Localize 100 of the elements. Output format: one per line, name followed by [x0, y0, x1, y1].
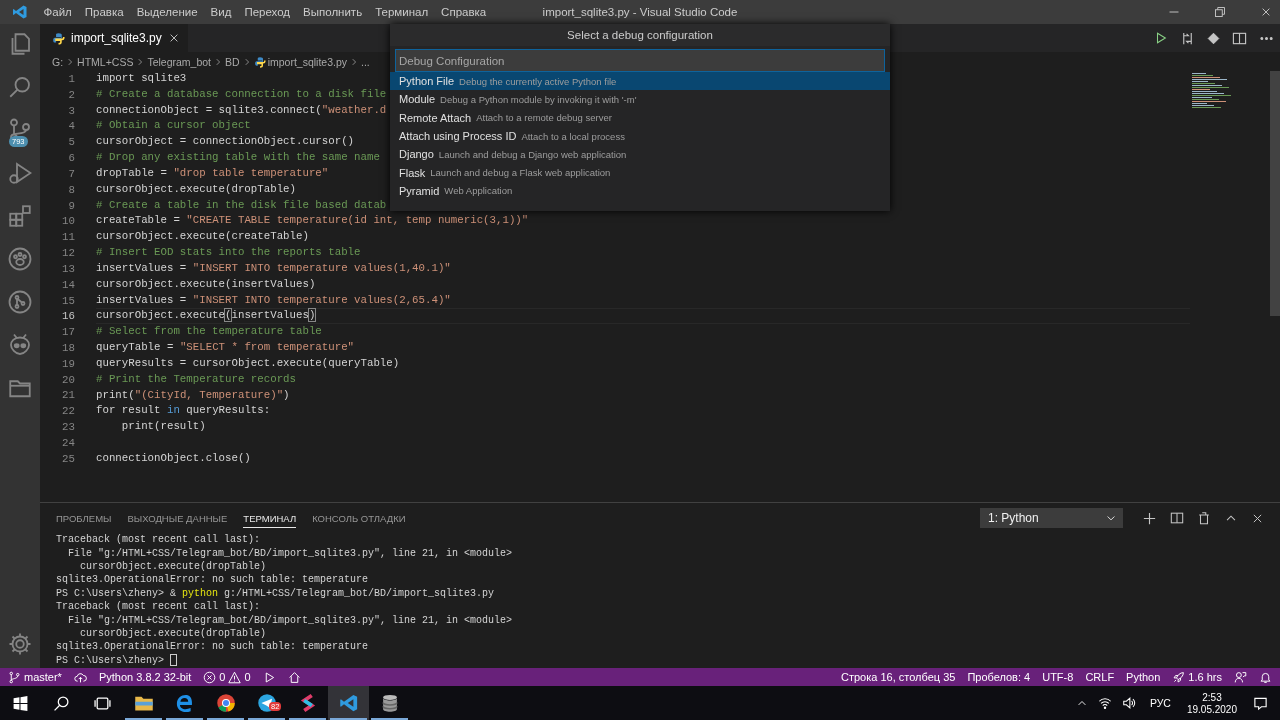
home-icon[interactable] [287, 670, 301, 684]
diamond-icon[interactable] [1207, 31, 1220, 45]
branch-status[interactable]: master* [8, 670, 62, 684]
run-debug-icon[interactable] [8, 161, 32, 185]
code-line: # Create a table in the disk file based datab [96, 197, 387, 213]
code-line: queryTable = "SELECT * from temperature" [96, 340, 355, 356]
breadcrumb-item[interactable]: ... [361, 55, 370, 68]
code-line: # Obtain a cursor object [96, 118, 251, 134]
code-line: insertValues = "INSERT INTO temperature values(2,65.4)" [96, 292, 451, 308]
line-number: 22 [61, 405, 75, 418]
editor-tab[interactable]: import_sqlite3.py [40, 24, 188, 52]
browser-circle-icon[interactable] [215, 693, 236, 713]
menu-item[interactable]: Переход [237, 4, 297, 20]
cloud-upload-icon[interactable] [73, 670, 87, 684]
menu-item[interactable]: Правка [78, 4, 131, 20]
quick-pick-item[interactable]: Python File Debug the currently active Python file [390, 72, 890, 91]
search-field[interactable]: Debug Configuration [395, 49, 885, 72]
terminal-dropdown[interactable]: 1: Python [980, 508, 1123, 528]
language-status[interactable]: Python [1126, 671, 1161, 683]
breadcrumb-item[interactable]: Telegram_bot [147, 55, 212, 68]
split-editor-icon[interactable] [1232, 30, 1247, 46]
line-number: 12 [61, 247, 75, 259]
panel-tab[interactable]: ПРОБЛЕМЫ [56, 508, 112, 528]
run-icon[interactable] [1154, 31, 1168, 45]
code-line: cursorObject = connectionObject.cursor() [96, 134, 355, 150]
paper-plane-icon[interactable] [256, 693, 277, 713]
quick-pick-item[interactable]: Pyramid Web Application [390, 181, 890, 201]
database-icon[interactable] [379, 693, 400, 713]
menu-item[interactable]: Справка [434, 4, 493, 20]
panel-tab[interactable]: ВЫХОДНЫЕ ДАННЫЕ [127, 508, 228, 528]
trash-icon[interactable] [1197, 511, 1211, 525]
terminal-line: File "g:/HTML+CSS/Telegram_bot/BD/import_sqlite3.py", line 21, in <module> [67, 547, 513, 559]
settings-icon[interactable] [8, 632, 32, 656]
bell-icon[interactable] [1259, 670, 1272, 684]
menu-item[interactable]: Терминал [368, 4, 435, 20]
line-number: 4 [67, 120, 75, 133]
rocket-icon [1172, 670, 1186, 684]
line-number: 11 [61, 231, 75, 244]
paw-icon[interactable] [8, 247, 32, 271]
network-icon[interactable] [1097, 696, 1112, 710]
line-number: 23 [61, 421, 75, 434]
close-icon[interactable] [1260, 6, 1272, 18]
line-number: 7 [67, 167, 75, 180]
indentation-status[interactable]: Пробелов: 4 [967, 671, 1031, 683]
breadcrumb-item[interactable]: G: [52, 55, 64, 68]
code-line: # Print the Temperature records [96, 371, 296, 387]
breadcrumb-item[interactable]: BD [225, 55, 240, 68]
panel-tab[interactable]: КОНСОЛЬ ОТЛАДКИ [312, 508, 406, 528]
window-title: import_sqlite3.py - Visual Studio Code [542, 6, 738, 18]
cursor-position[interactable]: Строка 16, столбец 35 [841, 671, 956, 683]
terminal-line: Traceback (most recent call last): [56, 534, 261, 546]
quick-pick-item[interactable]: Flask Launch and debug a Flask web application [390, 163, 890, 182]
menu-item[interactable]: Файл [37, 4, 79, 20]
chevron-icon [349, 56, 359, 67]
restore-icon[interactable] [1214, 6, 1226, 18]
alien-icon[interactable] [8, 333, 32, 357]
compare-icon[interactable] [1180, 30, 1195, 46]
terminal-line: cursorObject.execute(dropTable) [79, 560, 267, 572]
code-line: # Select from the temperature table [96, 324, 322, 340]
code-line: cursorObject.execute(insertValues) [96, 308, 1190, 325]
quick-pick-item[interactable]: Django Launch and debug a Django web application [390, 145, 890, 164]
breadcrumb-item[interactable]: import_sqlite3.py [267, 55, 347, 68]
terminal-line: PS C:\Users\zheny> & python g:/HTML+CSS/Telegram_bot/BD/import_sqlite3.py [56, 587, 495, 599]
quick-pick-item[interactable]: Attach using Process ID Attach to a local process [390, 126, 890, 146]
line-number: 24 [61, 436, 75, 449]
feedback-icon[interactable] [1234, 670, 1247, 684]
problems-status[interactable]: 0 0 [203, 670, 251, 684]
extensions-icon[interactable] [8, 204, 32, 228]
quick-pick-item[interactable]: Remote Attach Attach to a remote debug server [390, 108, 890, 127]
search-icon[interactable] [53, 694, 70, 712]
clock-date[interactable]: 19.05.2020 [1186, 703, 1237, 715]
terminal-line: PS C:\Users\zheny> [56, 654, 166, 666]
line-ending-status[interactable]: CRLF [1085, 671, 1115, 683]
interpreter-status[interactable]: Python 3.8.2 32-bit [98, 671, 192, 683]
text-cursor [170, 654, 178, 667]
windows-start-icon[interactable] [12, 694, 29, 712]
speaker-icon[interactable] [1121, 696, 1136, 710]
code-editor-icon[interactable] [338, 693, 359, 713]
line-number: 18 [61, 342, 75, 354]
new-terminal-icon[interactable] [1142, 510, 1157, 526]
browser-e-icon[interactable] [174, 693, 195, 713]
quick-pick-item[interactable]: Module Debug a Python module by invoking it with '-m' [390, 90, 890, 109]
code-line: connectionObject.close() [96, 450, 251, 466]
split-terminal-icon[interactable] [1170, 511, 1184, 525]
keyboard-language[interactable]: РУС [1149, 697, 1171, 709]
line-number: 2 [67, 88, 75, 101]
graph-icon[interactable] [8, 290, 32, 314]
breadcrumb-item[interactable]: HTML+CSS [77, 55, 134, 68]
code-line: dropTable = "drop table temperature" [96, 165, 329, 181]
code-line: insertValues = "INSERT INTO temperature values(1,40.1)" [96, 260, 451, 276]
time-tracker-status[interactable]: 1.6 hrs [1172, 670, 1222, 684]
notifications-icon[interactable] [1253, 695, 1268, 711]
panel-tab[interactable]: ТЕРМИНАЛ [243, 508, 297, 528]
clock-time[interactable]: 2:53 [1202, 691, 1222, 703]
encoding-status[interactable]: UTF-8 [1042, 671, 1074, 683]
code-line: print(result) [120, 419, 206, 435]
menu-item[interactable]: Вид [204, 4, 238, 20]
menu-item[interactable]: Выделение [130, 4, 205, 20]
scrollbar-thumb[interactable] [1270, 71, 1280, 316]
menu-item[interactable]: Выполнить [296, 4, 369, 20]
